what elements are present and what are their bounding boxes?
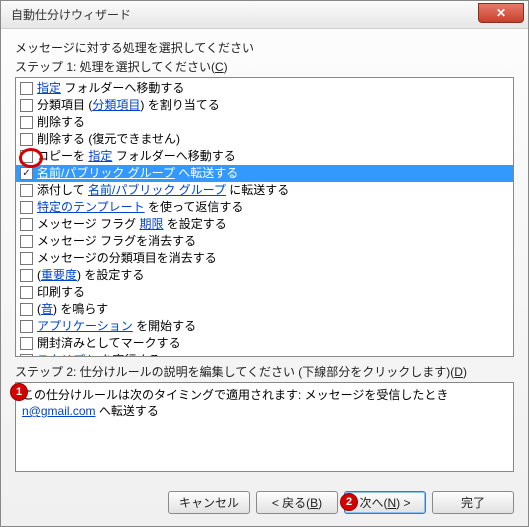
action-checkbox[interactable] — [20, 354, 33, 357]
action-link[interactable]: 名前/パブリック グループ — [88, 183, 226, 197]
action-link[interactable]: 分類項目 — [92, 98, 140, 112]
action-checkbox[interactable] — [20, 252, 33, 265]
action-checkbox[interactable] — [20, 201, 33, 214]
close-icon: ✕ — [496, 6, 506, 20]
cancel-button[interactable]: キャンセル — [168, 491, 250, 514]
action-checkbox[interactable] — [20, 99, 33, 112]
action-checkbox[interactable] — [20, 133, 33, 146]
action-link[interactable]: 指定 — [37, 81, 61, 95]
action-checkbox[interactable] — [20, 167, 33, 180]
action-checkbox[interactable] — [20, 269, 33, 282]
action-row[interactable]: (音) を鳴らす — [16, 301, 513, 318]
action-row[interactable]: メッセージの分類項目を消去する — [16, 250, 513, 267]
action-row[interactable]: (重要度) を設定する — [16, 267, 513, 284]
action-label: 指定 フォルダーへ移動する — [37, 80, 184, 97]
action-link[interactable]: 特定のテンプレート — [37, 200, 145, 214]
action-row[interactable]: 印刷する — [16, 284, 513, 301]
action-checkbox[interactable] — [20, 303, 33, 316]
action-row[interactable]: 添付して 名前/パブリック グループ に転送する — [16, 182, 513, 199]
action-row[interactable]: 削除する (復元できません) — [16, 131, 513, 148]
action-checkbox[interactable] — [20, 116, 33, 129]
action-link[interactable]: 指定 — [88, 149, 112, 163]
action-row[interactable]: メッセージ フラグを消去する — [16, 233, 513, 250]
action-link[interactable]: スクリプト — [37, 353, 97, 357]
action-row[interactable]: アプリケーション を開始する — [16, 318, 513, 335]
action-row[interactable]: 名前/パブリック グループ へ転送する — [16, 165, 513, 182]
window-title: 自動仕分けウィザード — [11, 6, 478, 23]
action-checkbox[interactable] — [20, 82, 33, 95]
action-label: 添付して 名前/パブリック グループ に転送する — [37, 182, 289, 199]
action-checkbox[interactable] — [20, 150, 33, 163]
action-link[interactable]: 期限 — [139, 217, 163, 231]
action-row[interactable]: 開封済みとしてマークする — [16, 335, 513, 352]
action-checkbox[interactable] — [20, 218, 33, 231]
action-label: (音) を鳴らす — [37, 301, 108, 318]
step2-label: ステップ 2: 仕分けルールの説明を編集してください (下線部分をクリックします… — [15, 363, 514, 380]
wizard-window: 自動仕分けウィザード ✕ メッセージに対する処理を選択してください ステップ 1… — [0, 0, 529, 527]
action-row[interactable]: コピーを 指定 フォルダーへ移動する — [16, 148, 513, 165]
content-area: メッセージに対する処理を選択してください ステップ 1: 処理を選択してください… — [1, 29, 528, 481]
action-row[interactable]: 特定のテンプレート を使って返信する — [16, 199, 513, 216]
back-button[interactable]: < 戻る(B) — [256, 491, 338, 514]
desc-forward-link[interactable]: n@gmail.com — [22, 404, 96, 418]
action-row[interactable]: 指定 フォルダーへ移動する — [16, 80, 513, 97]
finish-button[interactable]: 完了 — [432, 491, 514, 514]
action-checkbox[interactable] — [20, 235, 33, 248]
action-link[interactable]: 音 — [41, 302, 53, 316]
action-label: 削除する — [37, 114, 85, 131]
action-row[interactable]: 削除する — [16, 114, 513, 131]
action-label: メッセージ フラグ 期限 を設定する — [37, 216, 227, 233]
action-label: メッセージ フラグを消去する — [37, 233, 196, 250]
step1-label: ステップ 1: 処理を選択してください(C) — [15, 58, 514, 75]
titlebar: 自動仕分けウィザード ✕ — [1, 1, 528, 29]
action-label: 特定のテンプレート を使って返信する — [37, 199, 243, 216]
action-label: 印刷する — [37, 284, 85, 301]
action-checkbox[interactable] — [20, 320, 33, 333]
action-label: コピーを 指定 フォルダーへ移動する — [37, 148, 236, 165]
action-label: スクリプト を実行する — [37, 352, 160, 357]
action-label: 削除する (復元できません) — [37, 131, 180, 148]
desc-line-1: この仕分けルールは次のタイミングで適用されます: メッセージを受信したとき — [22, 387, 507, 403]
action-label: 開封済みとしてマークする — [37, 335, 181, 352]
action-checkbox[interactable] — [20, 337, 33, 350]
action-link[interactable]: アプリケーション — [37, 319, 133, 333]
action-checkbox[interactable] — [20, 184, 33, 197]
action-label: (重要度) を設定する — [37, 267, 144, 284]
action-row[interactable]: 分類項目 (分類項目) を割り当てる — [16, 97, 513, 114]
close-button[interactable]: ✕ — [478, 3, 524, 23]
rule-description-box: この仕分けルールは次のタイミングで適用されます: メッセージを受信したとき n@… — [15, 382, 514, 472]
action-list[interactable]: 指定 フォルダーへ移動する分類項目 (分類項目) を割り当てる削除する削除する … — [15, 77, 514, 357]
action-label: 分類項目 (分類項目) を割り当てる — [37, 97, 220, 114]
desc-line-2: n@gmail.com へ転送する — [22, 403, 507, 419]
action-row[interactable]: メッセージ フラグ 期限 を設定する — [16, 216, 513, 233]
action-row[interactable]: スクリプト を実行する — [16, 352, 513, 357]
action-label: アプリケーション を開始する — [37, 318, 196, 335]
next-button[interactable]: 次へ(N) > — [344, 491, 426, 514]
action-link[interactable]: 重要度 — [41, 268, 77, 282]
button-row: キャンセル < 戻る(B) 次へ(N) > 完了 — [1, 481, 528, 526]
action-link[interactable]: 名前/パブリック グループ — [37, 166, 175, 180]
instruction-text: メッセージに対する処理を選択してください — [15, 39, 514, 56]
action-label: メッセージの分類項目を消去する — [37, 250, 217, 267]
action-checkbox[interactable] — [20, 286, 33, 299]
action-label: 名前/パブリック グループ へ転送する — [37, 165, 238, 182]
